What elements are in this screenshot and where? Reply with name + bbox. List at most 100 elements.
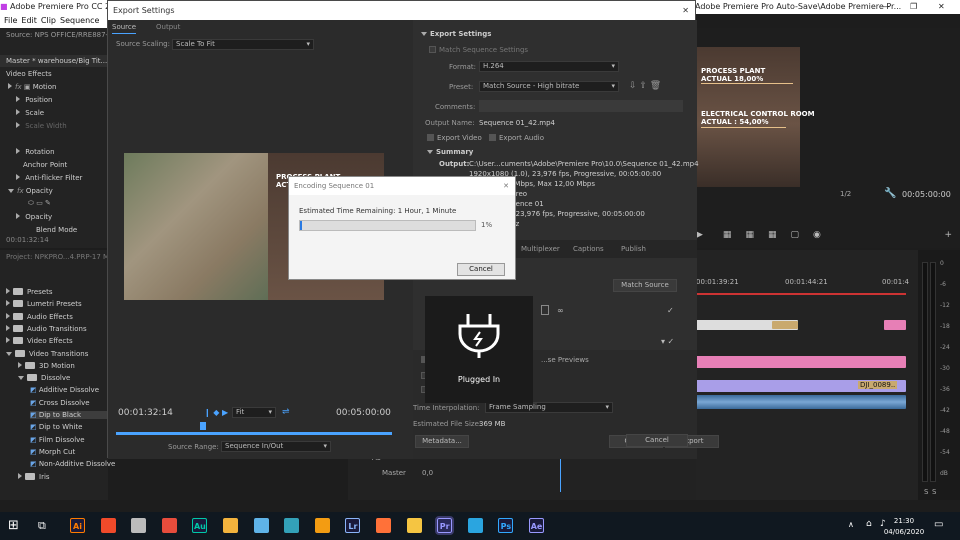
tab-multiplexer[interactable]: Multiplexer xyxy=(521,245,560,253)
source-label[interactable]: Source: NPS OFFICE/RRE887-» xyxy=(6,31,112,39)
export-settings-section[interactable]: Export Settings xyxy=(421,30,491,38)
transport-controls[interactable]: ▶ ▦ ▦ ▦ ▢ ◉ + xyxy=(696,230,960,242)
project-folder[interactable]: Video Transitions xyxy=(6,349,88,358)
project-folder[interactable]: Audio Effects xyxy=(6,312,73,321)
taskbar-explorer-icon[interactable] xyxy=(406,518,422,533)
taskbar-lightroom-icon[interactable]: Lr xyxy=(345,518,361,533)
project-effect[interactable]: ◩ Additive Dissolve xyxy=(30,386,99,394)
format-select[interactable]: H.264 ▾ xyxy=(479,61,619,72)
source-scaling-select[interactable]: Scale To Fit ▾ xyxy=(172,39,314,50)
effect-scale-width[interactable]: Scale Width xyxy=(16,122,67,134)
taskbar-aftereffects-icon[interactable]: Ae xyxy=(529,518,544,533)
link-icon[interactable]: ∞ xyxy=(557,306,564,315)
preset-actions[interactable]: ⇩ ⇧ 🗑 xyxy=(629,81,661,91)
tray-chevron-icon[interactable]: ∧ xyxy=(848,520,854,529)
clock-time[interactable]: 21:30 xyxy=(888,517,920,525)
taskbar-audition-icon[interactable]: Au xyxy=(192,518,208,533)
dialog-close-icon[interactable]: ✕ xyxy=(682,1,689,20)
project-folder[interactable]: Dissolve xyxy=(18,374,70,382)
effect-position[interactable]: Position xyxy=(16,96,53,108)
export-video-checkbox[interactable]: Export Video xyxy=(427,134,482,142)
project-effect[interactable]: ◩ Non-Additive Dissolve xyxy=(30,460,115,468)
menu-edit[interactable]: Edit xyxy=(21,14,37,28)
export-audio-checkbox[interactable]: Export Audio xyxy=(489,134,544,142)
effect-opacity-value[interactable]: Opacity xyxy=(16,213,52,225)
project-effect[interactable]: ◩ Dip to White xyxy=(30,423,82,431)
close-icon[interactable]: ✕ xyxy=(938,2,945,11)
menu-clip[interactable]: Clip xyxy=(41,14,56,28)
menu-file[interactable]: File xyxy=(4,14,17,28)
effect-opacity[interactable]: fx Opacity xyxy=(8,187,53,199)
tab-source[interactable]: Source xyxy=(112,23,137,34)
meter-solo-left[interactable]: S xyxy=(924,488,928,496)
clock-date[interactable]: 04/06/2020 xyxy=(882,528,926,536)
taskbar-illustrator-icon[interactable]: Ai xyxy=(70,518,85,533)
match-source-button[interactable]: Match Source xyxy=(613,279,677,292)
cancel-export-button[interactable]: Cancel xyxy=(626,434,688,447)
preset-select[interactable]: Match Source - High bitrate ▾ xyxy=(479,81,619,92)
task-view-icon[interactable]: ⧉ xyxy=(38,519,46,533)
effect-scale[interactable]: Scale xyxy=(16,109,44,121)
project-folder[interactable]: Audio Transitions xyxy=(6,324,87,333)
source-range-select[interactable]: Sequence In/Out ▾ xyxy=(221,441,331,452)
taskbar-firefox-icon[interactable] xyxy=(376,518,391,533)
master-label[interactable]: Master * warehouse/Big Tit... xyxy=(6,57,107,65)
comments-field[interactable] xyxy=(479,100,683,112)
project-effect[interactable]: ◩ Cross Dissolve xyxy=(30,399,90,407)
taskbar-office-icon[interactable] xyxy=(161,518,177,533)
project-folder[interactable]: Iris xyxy=(18,472,50,481)
encoding-close-icon[interactable]: ✕ xyxy=(503,177,509,195)
minimize-icon[interactable]: — xyxy=(882,2,890,11)
preview-fit-select[interactable]: Fit ▾ xyxy=(232,407,276,418)
audio-clip-pink[interactable] xyxy=(696,356,906,368)
maximize-icon[interactable]: ❐ xyxy=(910,2,917,11)
match-sequence-checkbox[interactable]: Match Sequence Settings xyxy=(429,46,528,54)
network-icon[interactable]: ⌂ xyxy=(866,519,872,529)
taskbar-telegram-icon[interactable] xyxy=(467,518,483,533)
playback-controls[interactable]: ❙ ◆ ▶ xyxy=(204,408,228,417)
wrench-icon[interactable]: 🔧 xyxy=(884,188,896,199)
encoding-cancel-button[interactable]: Cancel xyxy=(457,263,505,276)
source-range-bar[interactable] xyxy=(116,432,392,435)
taskbar-pen-icon[interactable] xyxy=(253,518,269,533)
check-icon[interactable]: ✓ xyxy=(667,306,674,315)
audio-waveform[interactable] xyxy=(696,395,906,409)
menu-sequence[interactable]: Sequence xyxy=(60,14,99,28)
dropdown-check-icon[interactable]: ▾ ✓ xyxy=(661,337,674,346)
metadata-button[interactable]: Metadata... xyxy=(415,435,469,448)
project-folder[interactable]: Presets xyxy=(6,288,52,296)
project-folder[interactable]: 3D Motion xyxy=(18,361,75,370)
taskbar-photoshop-icon[interactable]: Ps xyxy=(498,518,514,533)
taskbar-sublime-icon[interactable] xyxy=(284,518,300,533)
meter-solo-right[interactable]: S xyxy=(932,488,936,496)
settings-field[interactable] xyxy=(541,305,549,315)
taskbar-craft-icon[interactable] xyxy=(131,518,147,533)
taskbar-premiere-icon[interactable]: Pr xyxy=(435,516,455,535)
start-icon[interactable]: ⊞ xyxy=(8,518,19,533)
project-effect[interactable]: ◩ Morph Cut xyxy=(30,448,75,456)
effect-rotation[interactable]: Rotation xyxy=(16,148,55,160)
video-clip-thumb[interactable] xyxy=(772,321,798,329)
mask-tools[interactable]: ⬭ ▭ ✎ xyxy=(28,199,51,211)
time-interp-select[interactable]: Frame Sampling ▾ xyxy=(485,402,613,413)
taskbar-bulb-icon[interactable] xyxy=(100,518,116,533)
project-effect[interactable]: ◩ Film Dissolve xyxy=(30,436,85,444)
effect-motion[interactable]: fx ▣ Motion xyxy=(8,83,56,95)
effect-anti-flicker[interactable]: Anti-flicker Filter xyxy=(16,174,82,186)
output-name-link[interactable]: Sequence 01_42.mp4 xyxy=(479,119,555,127)
taskbar-vlc-icon[interactable] xyxy=(314,518,330,533)
summary-section[interactable]: Summary xyxy=(427,148,473,156)
project-folder[interactable]: Video Effects xyxy=(6,337,73,345)
tab-publish[interactable]: Publish xyxy=(621,245,646,253)
notification-icon[interactable]: ▭ xyxy=(934,519,943,530)
zoom-select[interactable]: 1/2 xyxy=(840,190,851,198)
project-effect[interactable]: ◩ Dip to Black xyxy=(30,411,108,419)
project-folder[interactable]: Lumetri Presets xyxy=(6,300,82,308)
safe-margins-icon[interactable]: ⇌ xyxy=(282,407,290,417)
effect-anchor-point[interactable]: Anchor Point xyxy=(16,161,67,173)
tab-captions[interactable]: Captions xyxy=(573,245,604,253)
video-clip-pink-small[interactable] xyxy=(884,320,906,330)
playhead-marker[interactable] xyxy=(200,422,206,430)
taskbar-photo-icon[interactable] xyxy=(223,518,238,533)
tab-output[interactable]: Output xyxy=(156,23,180,31)
